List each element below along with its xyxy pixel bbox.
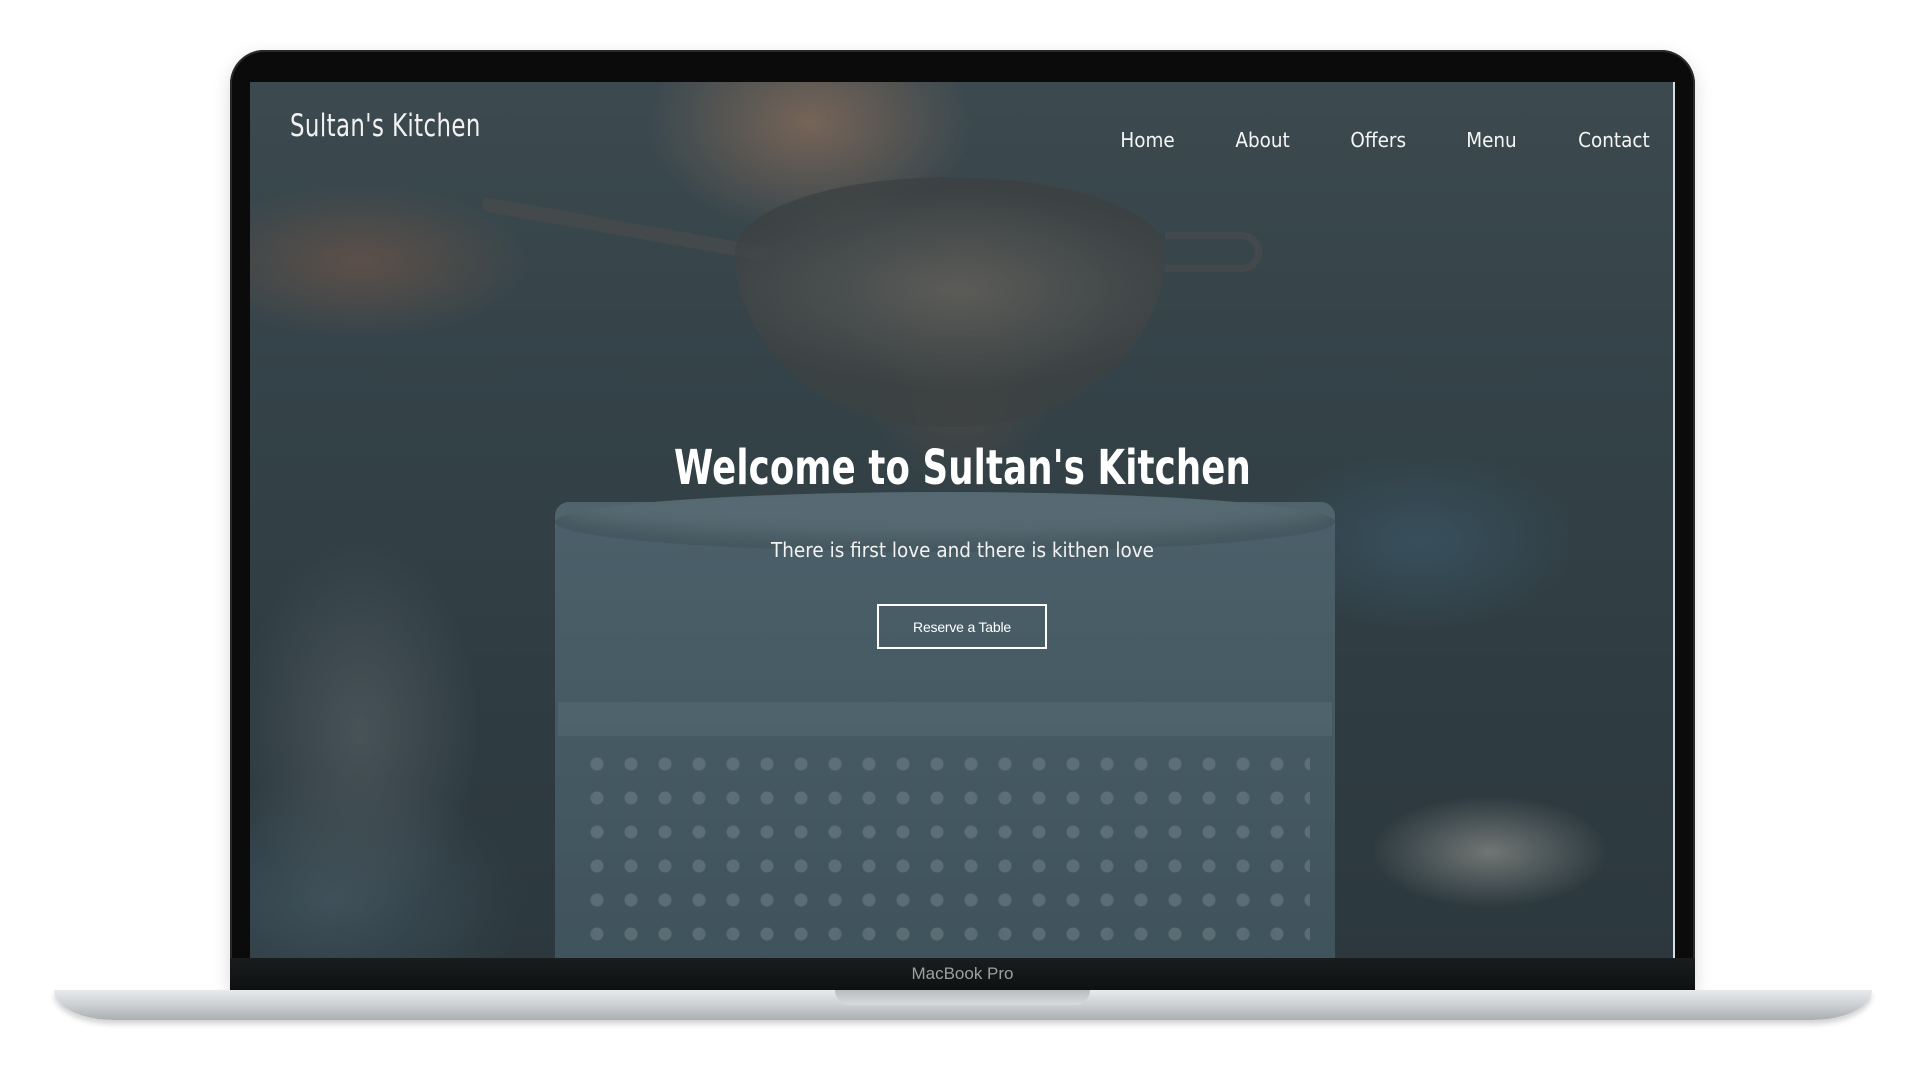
laptop-screen: Sultan's Kitchen Home About Offers Menu … bbox=[250, 82, 1675, 958]
hero-title: Welcome to Sultan's Kitchen bbox=[674, 440, 1251, 496]
hero-dark-overlay bbox=[250, 82, 1675, 958]
device-model-label: MacBook Pro bbox=[911, 964, 1014, 983]
screen-edge bbox=[1673, 82, 1675, 958]
mockup-stage: Sultan's Kitchen Home About Offers Menu … bbox=[0, 0, 1920, 1080]
nav-item-offers[interactable]: Offers bbox=[1350, 128, 1406, 152]
main-nav: Home About Offers Menu Contact bbox=[1062, 128, 1653, 152]
laptop-hinge: MacBook Pro bbox=[230, 958, 1695, 990]
brand-logo-link[interactable]: Sultan's Kitchen bbox=[290, 108, 481, 144]
nav-item-home[interactable]: Home bbox=[1120, 128, 1174, 152]
nav-item-menu[interactable]: Menu bbox=[1466, 128, 1517, 152]
laptop-notch bbox=[835, 990, 1090, 1005]
nav-item-about[interactable]: About bbox=[1235, 128, 1289, 152]
hero-subtitle: There is first love and there is kithen … bbox=[771, 538, 1154, 562]
reserve-table-button[interactable]: Reserve a Table bbox=[877, 604, 1047, 649]
nav-item-contact[interactable]: Contact bbox=[1578, 128, 1650, 152]
